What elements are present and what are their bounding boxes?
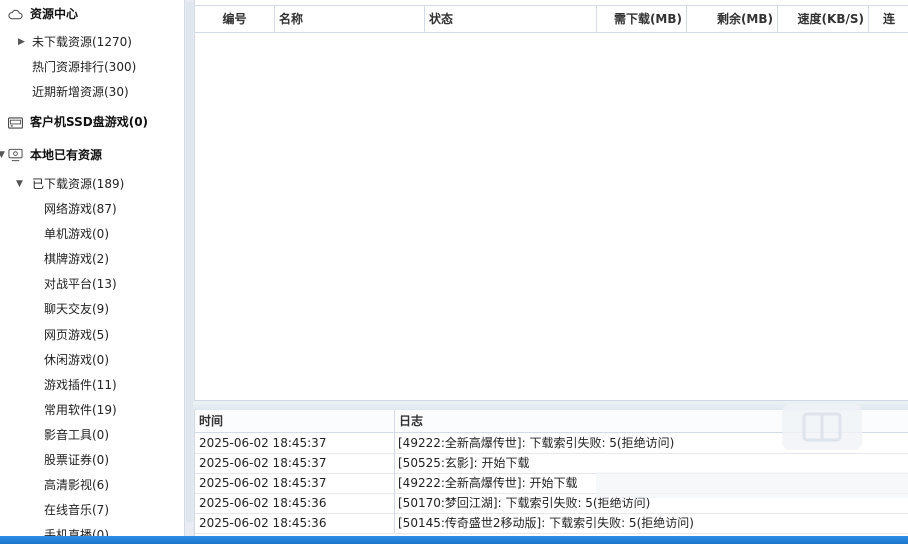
log-column-divider	[394, 473, 395, 493]
tree-item-category[interactable]: 网页游戏(5)	[44, 323, 109, 347]
log-message: [49222:全新高爆传世]: 开始下载	[398, 476, 578, 490]
tree-item-category[interactable]: 单机游戏(0)	[44, 222, 109, 246]
column-name[interactable]: 名称	[275, 6, 425, 32]
tree-item-category[interactable]: 聊天交友(9)	[44, 297, 109, 321]
download-table-header: 编号 名称 状态 需下载(MB) 剩余(MB) 速度(KB/S) 连	[195, 5, 908, 33]
log-row[interactable]: 2025-06-02 18:45:36 [50145:传奇盛世2移动版]: 下载索…	[195, 513, 908, 534]
collapse-arrow-icon[interactable]: ▼	[0, 143, 5, 167]
collapse-arrow-icon[interactable]: ▼	[16, 172, 23, 196]
tree-item-category[interactable]: 网络游戏(87)	[44, 197, 117, 221]
log-row[interactable]: 2025-06-02 18:45:37 [49222:全新高爆传世]: 开始下载	[195, 473, 908, 494]
tree-item-undownloaded[interactable]: ▶ 未下载资源(1270)	[18, 30, 184, 54]
cloud-icon	[8, 9, 23, 20]
tree-item-recent-added[interactable]: 近期新增资源(30)	[32, 80, 129, 104]
column-log[interactable]: 日志	[395, 410, 908, 432]
resource-tree: 资源中心 ▶ 未下载资源(1270) 热门资源排行(300) 近期新增资源(30…	[0, 0, 184, 536]
tree-item-category[interactable]: 游戏插件(11)	[44, 373, 117, 397]
log-table: 时间 日志 2025-06-02 18:45:37 [49222:全新高爆传世]:…	[194, 410, 908, 536]
tree-item-downloaded[interactable]: ▼ 已下载资源(189)	[16, 172, 184, 196]
download-table: 编号 名称 状态 需下载(MB) 剩余(MB) 速度(KB/S) 连	[194, 0, 908, 400]
status-bar	[0, 536, 908, 544]
log-message: [50145:传奇盛世2移动版]: 下载索引失败: 5(拒绝访问)	[398, 516, 694, 530]
log-time: 2025-06-02 18:45:37	[199, 456, 327, 470]
log-column-divider	[394, 453, 395, 473]
tree-item-category[interactable]: 在线音乐(7)	[44, 498, 109, 522]
log-row[interactable]: 2025-06-02 18:45:37 [49222:全新高爆传世]: 下载索引失…	[195, 433, 908, 454]
tree-item-category[interactable]: 影音工具(0)	[44, 423, 109, 447]
log-time: 2025-06-02 18:45:37	[199, 476, 327, 490]
tree-item-category[interactable]: 常用软件(19)	[44, 398, 117, 422]
log-row[interactable]: 2025-06-02 18:45:37 [50525:玄影]: 开始下载	[195, 453, 908, 474]
column-number[interactable]: 编号	[195, 6, 275, 32]
tree-item-category[interactable]: 手机直播(0)	[44, 523, 109, 536]
tree-item-category[interactable]: 股票证券(0)	[44, 448, 109, 472]
log-message: [50170:梦回江湖]: 下载索引失败: 5(拒绝访问)	[398, 496, 651, 510]
tree-item-category[interactable]: 高清影视(6)	[44, 473, 109, 497]
column-status[interactable]: 状态	[425, 6, 597, 32]
monitor-icon	[8, 148, 23, 162]
sidebar-scrollbar-thumb[interactable]	[186, 2, 193, 522]
log-column-divider	[394, 493, 395, 513]
tree-item-category[interactable]: 对战平台(13)	[44, 272, 117, 296]
expand-arrow-icon[interactable]: ▶	[18, 30, 25, 54]
tree-item-category[interactable]: 棋牌游戏(2)	[44, 247, 109, 271]
log-time: 2025-06-02 18:45:36	[199, 496, 327, 510]
tree-item-local-resources[interactable]: ▼ 本地已有资源	[0, 143, 184, 167]
log-message: [49222:全新高爆传世]: 下载索引失败: 5(拒绝访问)	[398, 436, 675, 450]
log-message: [50525:玄影]: 开始下载	[398, 456, 530, 470]
log-column-divider	[394, 513, 395, 533]
column-need-download[interactable]: 需下载(MB)	[597, 6, 687, 32]
tree-item-category[interactable]: 休闲游戏(0)	[44, 348, 109, 372]
tree-item-hot-ranking[interactable]: 热门资源排行(300)	[32, 55, 136, 79]
log-time: 2025-06-02 18:45:37	[199, 436, 327, 450]
log-column-divider	[394, 433, 395, 453]
tree-item-client-ssd[interactable]: 客户机SSD盘游戏(0)	[6, 110, 184, 134]
log-time: 2025-06-02 18:45:36	[199, 516, 327, 530]
column-connections[interactable]: 连	[869, 6, 908, 32]
column-time[interactable]: 时间	[195, 410, 395, 432]
disk-icon	[8, 117, 23, 129]
log-row[interactable]: 2025-06-02 18:45:36 [50170:梦回江湖]: 下载索引失败:…	[195, 493, 908, 514]
column-remaining[interactable]: 剩余(MB)	[687, 6, 778, 32]
log-table-header: 时间 日志	[195, 410, 908, 433]
column-speed[interactable]: 速度(KB/S)	[778, 6, 869, 32]
